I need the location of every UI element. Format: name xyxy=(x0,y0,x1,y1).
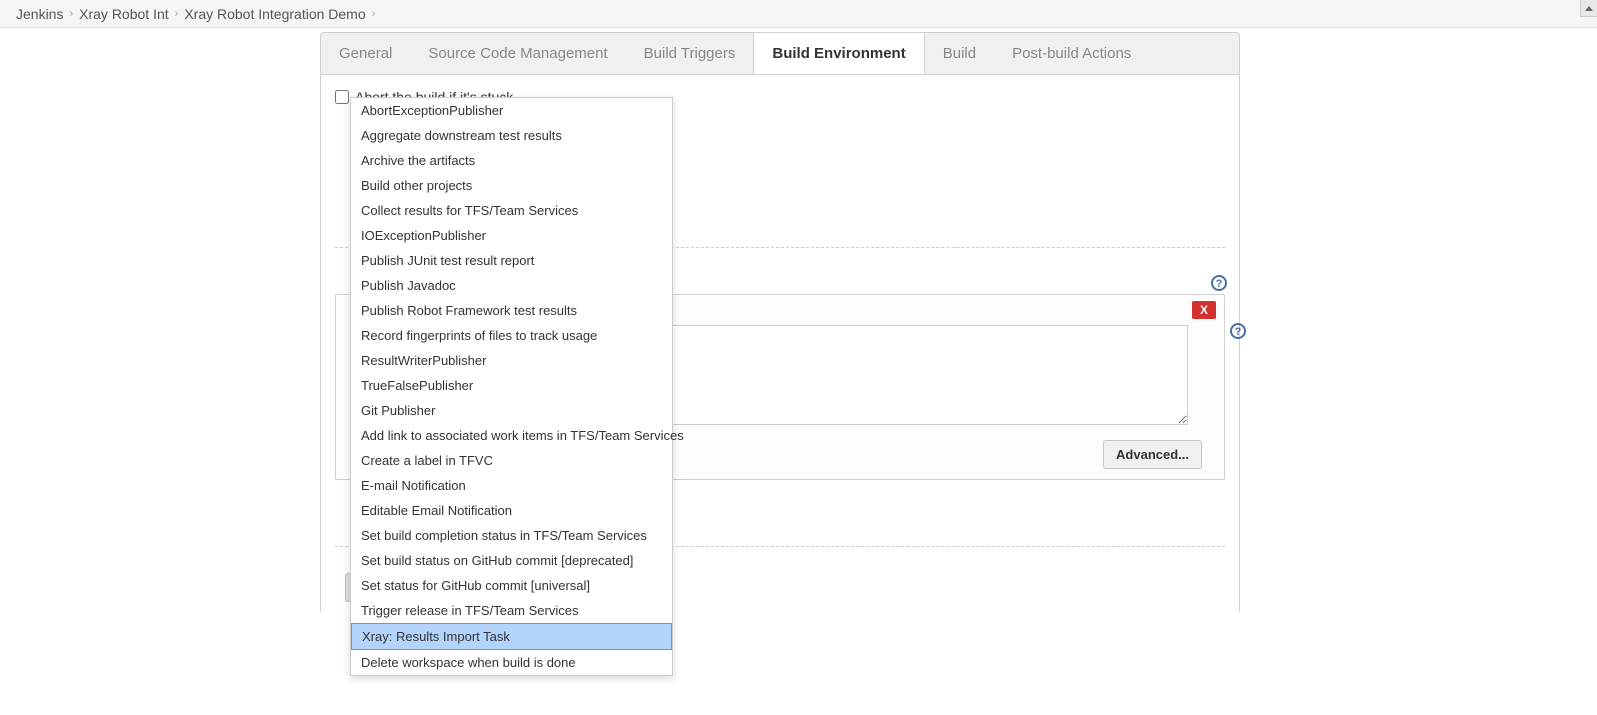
dropdown-item[interactable]: Archive the artifacts xyxy=(351,148,672,173)
scroll-up-button[interactable] xyxy=(1580,0,1597,17)
dropdown-item[interactable]: Git Publisher xyxy=(351,398,672,423)
dropdown-item[interactable]: Delete workspace when build is done xyxy=(351,650,672,675)
dropdown-item[interactable]: TrueFalsePublisher xyxy=(351,373,672,398)
breadcrumb-item-job[interactable]: Xray Robot Integration Demo xyxy=(184,6,365,22)
dropdown-item[interactable]: Publish Javadoc xyxy=(351,273,672,298)
help-icon[interactable]: ? xyxy=(1211,275,1227,291)
tab-build-environment[interactable]: Build Environment xyxy=(753,33,924,74)
breadcrumb: Jenkins › Xray Robot Int › Xray Robot In… xyxy=(0,0,1597,28)
dropdown-item[interactable]: IOExceptionPublisher xyxy=(351,223,672,248)
tab-build-triggers[interactable]: Build Triggers xyxy=(626,33,754,74)
help-icon[interactable]: ? xyxy=(1230,323,1246,339)
breadcrumb-item-jenkins[interactable]: Jenkins xyxy=(16,6,63,22)
dropdown-item[interactable]: E-mail Notification xyxy=(351,473,672,498)
left-gutter xyxy=(0,28,320,612)
dropdown-item[interactable]: Trigger release in TFS/Team Services xyxy=(351,598,672,623)
tab-post-build-actions[interactable]: Post-build Actions xyxy=(994,33,1149,74)
tab-general[interactable]: General xyxy=(321,33,410,74)
dropdown-item[interactable]: Add link to associated work items in TFS… xyxy=(351,423,672,448)
breadcrumb-item-project[interactable]: Xray Robot Int xyxy=(79,6,169,22)
dropdown-item[interactable]: Record fingerprints of files to track us… xyxy=(351,323,672,348)
chevron-right-icon: › xyxy=(175,8,179,20)
chevron-right-icon: › xyxy=(372,8,376,20)
post-build-action-dropdown[interactable]: AbortExceptionPublisherAggregate downstr… xyxy=(350,97,673,676)
dropdown-item[interactable]: ResultWriterPublisher xyxy=(351,348,672,373)
config-tabs: General Source Code Management Build Tri… xyxy=(320,32,1240,75)
dropdown-item[interactable]: Aggregate downstream test results xyxy=(351,123,672,148)
dropdown-item[interactable]: Collect results for TFS/Team Services xyxy=(351,198,672,223)
advanced-button[interactable]: Advanced... xyxy=(1103,440,1202,469)
dropdown-item[interactable]: Xray: Results Import Task xyxy=(351,623,672,650)
dropdown-item[interactable]: Set build completion status in TFS/Team … xyxy=(351,523,672,548)
dropdown-item[interactable]: Editable Email Notification xyxy=(351,498,672,523)
abort-stuck-checkbox[interactable] xyxy=(335,90,349,104)
dropdown-item[interactable]: Set build status on GitHub commit [depre… xyxy=(351,548,672,573)
dropdown-item[interactable]: AbortExceptionPublisher xyxy=(351,98,672,123)
dropdown-item[interactable]: Publish JUnit test result report xyxy=(351,248,672,273)
dropdown-item[interactable]: Publish Robot Framework test results xyxy=(351,298,672,323)
tab-source-code-management[interactable]: Source Code Management xyxy=(410,33,625,74)
dropdown-item[interactable]: Set status for GitHub commit [universal] xyxy=(351,573,672,598)
delete-step-button[interactable]: X xyxy=(1192,301,1216,319)
dropdown-item[interactable]: Create a label in TFVC xyxy=(351,448,672,473)
chevron-right-icon: › xyxy=(69,8,73,20)
dropdown-item[interactable]: Build other projects xyxy=(351,173,672,198)
tab-build[interactable]: Build xyxy=(925,33,994,74)
